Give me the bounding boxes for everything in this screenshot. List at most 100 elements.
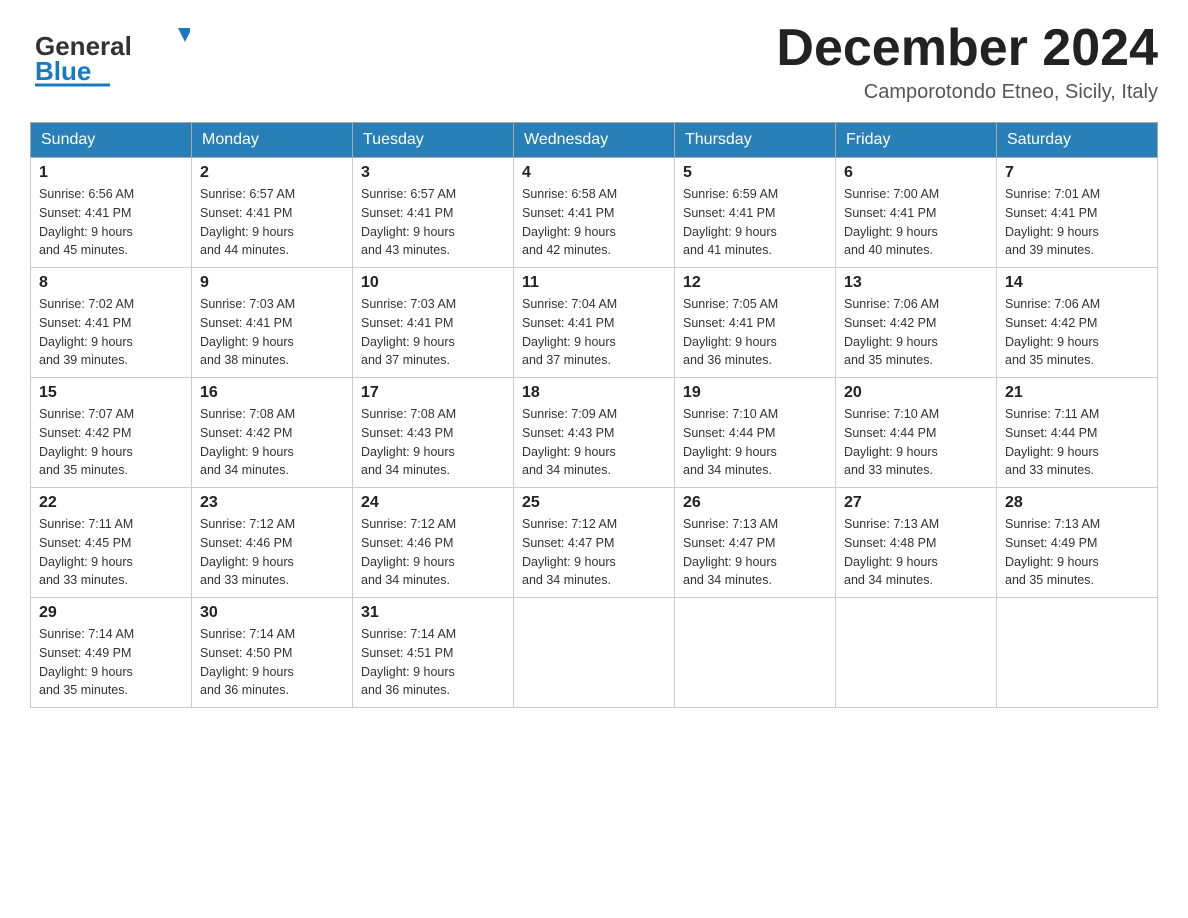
day-number: 15 (39, 384, 183, 402)
day-number: 13 (844, 274, 988, 292)
calendar-day-cell: 1 Sunrise: 6:56 AM Sunset: 4:41 PM Dayli… (31, 158, 192, 268)
calendar-day-cell: 21 Sunrise: 7:11 AM Sunset: 4:44 PM Dayl… (997, 378, 1158, 488)
calendar-day-cell: 22 Sunrise: 7:11 AM Sunset: 4:45 PM Dayl… (31, 488, 192, 598)
day-info: Sunrise: 7:08 AM Sunset: 4:42 PM Dayligh… (200, 405, 344, 480)
logo-image: General Blue (30, 20, 190, 90)
calendar-day-cell: 9 Sunrise: 7:03 AM Sunset: 4:41 PM Dayli… (192, 268, 353, 378)
day-number: 31 (361, 604, 505, 622)
day-info: Sunrise: 7:06 AM Sunset: 4:42 PM Dayligh… (844, 295, 988, 370)
day-info: Sunrise: 7:14 AM Sunset: 4:51 PM Dayligh… (361, 625, 505, 700)
day-info: Sunrise: 7:14 AM Sunset: 4:49 PM Dayligh… (39, 625, 183, 700)
calendar-day-cell: 29 Sunrise: 7:14 AM Sunset: 4:49 PM Dayl… (31, 598, 192, 708)
logo-area: General Blue (30, 20, 190, 90)
day-info: Sunrise: 7:13 AM Sunset: 4:47 PM Dayligh… (683, 515, 827, 590)
day-info: Sunrise: 7:09 AM Sunset: 4:43 PM Dayligh… (522, 405, 666, 480)
location-subtitle: Camporotondo Etneo, Sicily, Italy (776, 81, 1158, 104)
day-number: 6 (844, 164, 988, 182)
calendar-day-cell: 10 Sunrise: 7:03 AM Sunset: 4:41 PM Dayl… (353, 268, 514, 378)
day-info: Sunrise: 7:03 AM Sunset: 4:41 PM Dayligh… (361, 295, 505, 370)
calendar-day-cell: 11 Sunrise: 7:04 AM Sunset: 4:41 PM Dayl… (514, 268, 675, 378)
day-info: Sunrise: 7:05 AM Sunset: 4:41 PM Dayligh… (683, 295, 827, 370)
calendar-week-row: 29 Sunrise: 7:14 AM Sunset: 4:49 PM Dayl… (31, 598, 1158, 708)
calendar-day-cell: 17 Sunrise: 7:08 AM Sunset: 4:43 PM Dayl… (353, 378, 514, 488)
page-header: General Blue December 2024 Camporotondo … (30, 20, 1158, 104)
day-info: Sunrise: 7:12 AM Sunset: 4:47 PM Dayligh… (522, 515, 666, 590)
day-info: Sunrise: 7:13 AM Sunset: 4:49 PM Dayligh… (1005, 515, 1149, 590)
calendar-day-cell: 19 Sunrise: 7:10 AM Sunset: 4:44 PM Dayl… (675, 378, 836, 488)
calendar-day-cell: 30 Sunrise: 7:14 AM Sunset: 4:50 PM Dayl… (192, 598, 353, 708)
calendar-day-cell: 6 Sunrise: 7:00 AM Sunset: 4:41 PM Dayli… (836, 158, 997, 268)
col-sunday: Sunday (31, 123, 192, 158)
calendar-day-cell: 4 Sunrise: 6:58 AM Sunset: 4:41 PM Dayli… (514, 158, 675, 268)
day-number: 26 (683, 494, 827, 512)
day-info: Sunrise: 7:07 AM Sunset: 4:42 PM Dayligh… (39, 405, 183, 480)
day-info: Sunrise: 7:12 AM Sunset: 4:46 PM Dayligh… (361, 515, 505, 590)
calendar-day-cell: 31 Sunrise: 7:14 AM Sunset: 4:51 PM Dayl… (353, 598, 514, 708)
day-info: Sunrise: 6:57 AM Sunset: 4:41 PM Dayligh… (200, 185, 344, 260)
day-info: Sunrise: 7:10 AM Sunset: 4:44 PM Dayligh… (683, 405, 827, 480)
day-number: 19 (683, 384, 827, 402)
day-info: Sunrise: 7:06 AM Sunset: 4:42 PM Dayligh… (1005, 295, 1149, 370)
svg-text:Blue: Blue (35, 56, 91, 86)
day-info: Sunrise: 6:56 AM Sunset: 4:41 PM Dayligh… (39, 185, 183, 260)
day-number: 14 (1005, 274, 1149, 292)
day-info: Sunrise: 6:57 AM Sunset: 4:41 PM Dayligh… (361, 185, 505, 260)
day-number: 23 (200, 494, 344, 512)
calendar-day-cell: 28 Sunrise: 7:13 AM Sunset: 4:49 PM Dayl… (997, 488, 1158, 598)
title-area: December 2024 Camporotondo Etneo, Sicily… (776, 20, 1158, 104)
col-thursday: Thursday (675, 123, 836, 158)
day-info: Sunrise: 7:13 AM Sunset: 4:48 PM Dayligh… (844, 515, 988, 590)
day-number: 1 (39, 164, 183, 182)
calendar-day-cell: 27 Sunrise: 7:13 AM Sunset: 4:48 PM Dayl… (836, 488, 997, 598)
calendar-table: Sunday Monday Tuesday Wednesday Thursday… (30, 122, 1158, 708)
calendar-day-cell: 15 Sunrise: 7:07 AM Sunset: 4:42 PM Dayl… (31, 378, 192, 488)
day-number: 30 (200, 604, 344, 622)
day-number: 20 (844, 384, 988, 402)
day-info: Sunrise: 7:00 AM Sunset: 4:41 PM Dayligh… (844, 185, 988, 260)
month-title: December 2024 (776, 20, 1158, 77)
day-info: Sunrise: 7:02 AM Sunset: 4:41 PM Dayligh… (39, 295, 183, 370)
day-info: Sunrise: 7:01 AM Sunset: 4:41 PM Dayligh… (1005, 185, 1149, 260)
day-number: 21 (1005, 384, 1149, 402)
calendar-day-cell (514, 598, 675, 708)
day-number: 17 (361, 384, 505, 402)
day-info: Sunrise: 6:58 AM Sunset: 4:41 PM Dayligh… (522, 185, 666, 260)
calendar-day-cell: 2 Sunrise: 6:57 AM Sunset: 4:41 PM Dayli… (192, 158, 353, 268)
calendar-week-row: 15 Sunrise: 7:07 AM Sunset: 4:42 PM Dayl… (31, 378, 1158, 488)
day-info: Sunrise: 7:12 AM Sunset: 4:46 PM Dayligh… (200, 515, 344, 590)
day-number: 24 (361, 494, 505, 512)
calendar-day-cell: 13 Sunrise: 7:06 AM Sunset: 4:42 PM Dayl… (836, 268, 997, 378)
day-info: Sunrise: 7:14 AM Sunset: 4:50 PM Dayligh… (200, 625, 344, 700)
calendar-day-cell (675, 598, 836, 708)
calendar-week-row: 1 Sunrise: 6:56 AM Sunset: 4:41 PM Dayli… (31, 158, 1158, 268)
day-number: 7 (1005, 164, 1149, 182)
day-info: Sunrise: 7:04 AM Sunset: 4:41 PM Dayligh… (522, 295, 666, 370)
col-monday: Monday (192, 123, 353, 158)
col-wednesday: Wednesday (514, 123, 675, 158)
calendar-day-cell: 18 Sunrise: 7:09 AM Sunset: 4:43 PM Dayl… (514, 378, 675, 488)
calendar-day-cell: 3 Sunrise: 6:57 AM Sunset: 4:41 PM Dayli… (353, 158, 514, 268)
day-number: 29 (39, 604, 183, 622)
day-number: 27 (844, 494, 988, 512)
day-info: Sunrise: 6:59 AM Sunset: 4:41 PM Dayligh… (683, 185, 827, 260)
calendar-day-cell: 26 Sunrise: 7:13 AM Sunset: 4:47 PM Dayl… (675, 488, 836, 598)
day-number: 11 (522, 274, 666, 292)
calendar-day-cell: 20 Sunrise: 7:10 AM Sunset: 4:44 PM Dayl… (836, 378, 997, 488)
day-info: Sunrise: 7:03 AM Sunset: 4:41 PM Dayligh… (200, 295, 344, 370)
calendar-day-cell: 7 Sunrise: 7:01 AM Sunset: 4:41 PM Dayli… (997, 158, 1158, 268)
calendar-day-cell: 14 Sunrise: 7:06 AM Sunset: 4:42 PM Dayl… (997, 268, 1158, 378)
calendar-day-cell: 8 Sunrise: 7:02 AM Sunset: 4:41 PM Dayli… (31, 268, 192, 378)
calendar-day-cell (997, 598, 1158, 708)
day-number: 22 (39, 494, 183, 512)
day-number: 12 (683, 274, 827, 292)
day-number: 8 (39, 274, 183, 292)
calendar-day-cell (836, 598, 997, 708)
day-number: 28 (1005, 494, 1149, 512)
calendar-day-cell: 5 Sunrise: 6:59 AM Sunset: 4:41 PM Dayli… (675, 158, 836, 268)
day-number: 5 (683, 164, 827, 182)
calendar-week-row: 22 Sunrise: 7:11 AM Sunset: 4:45 PM Dayl… (31, 488, 1158, 598)
day-number: 4 (522, 164, 666, 182)
calendar-day-cell: 25 Sunrise: 7:12 AM Sunset: 4:47 PM Dayl… (514, 488, 675, 598)
calendar-week-row: 8 Sunrise: 7:02 AM Sunset: 4:41 PM Dayli… (31, 268, 1158, 378)
day-info: Sunrise: 7:10 AM Sunset: 4:44 PM Dayligh… (844, 405, 988, 480)
